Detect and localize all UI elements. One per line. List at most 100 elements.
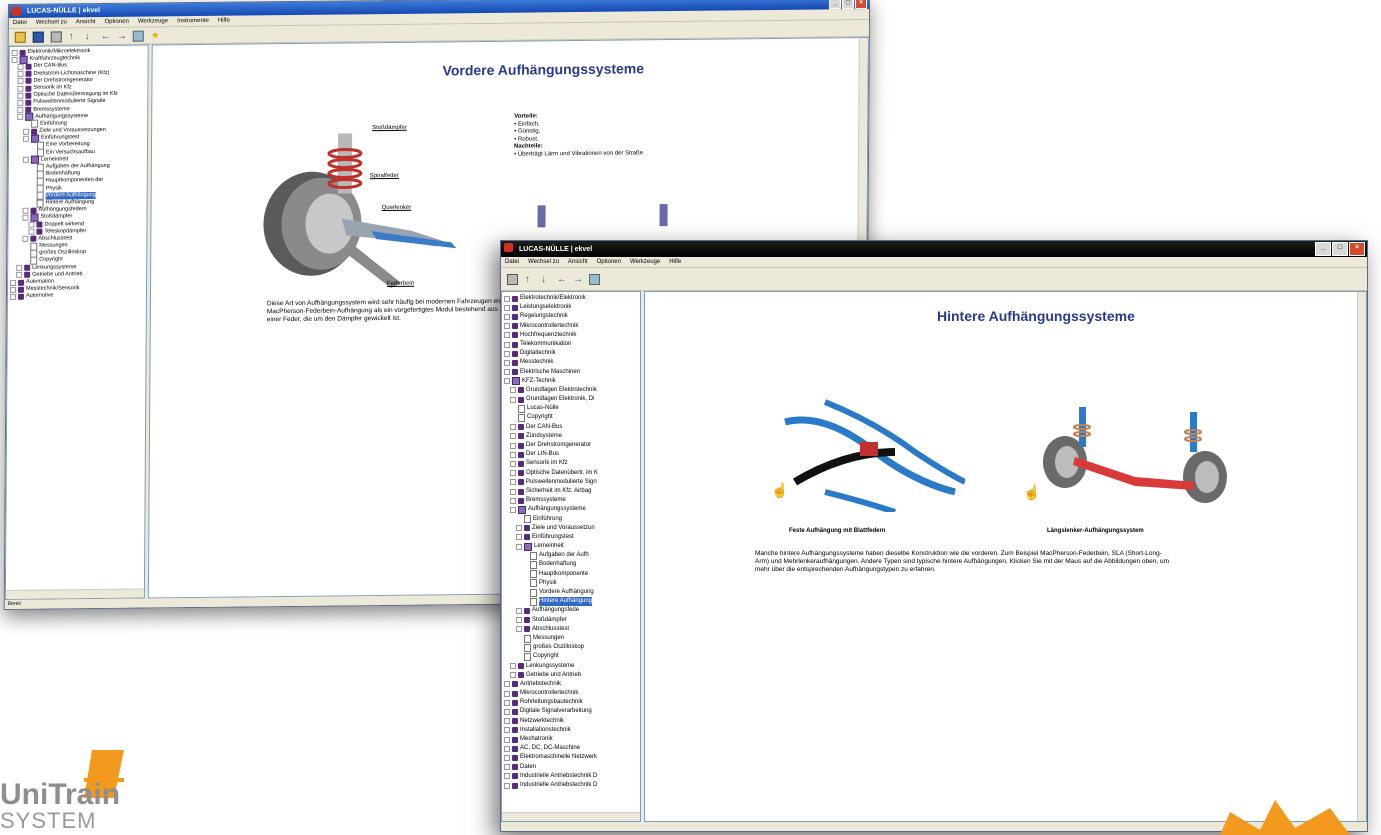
expand-toggle-icon[interactable]	[16, 272, 23, 279]
expand-toggle-icon[interactable]	[504, 304, 510, 311]
tree-item[interactable]: Einführungstest	[502, 533, 640, 542]
tree-item[interactable]: Elektrische Maschinen	[502, 368, 640, 377]
tree-item[interactable]: Mikrocontrollertechnik	[502, 689, 640, 698]
expand-toggle-icon[interactable]	[510, 460, 516, 467]
tree-item[interactable]: Physik	[502, 579, 640, 588]
back-arrow-icon[interactable]: ←	[557, 274, 567, 284]
tree-item[interactable]: Aufgaben der Aufh	[502, 551, 640, 560]
tree-item[interactable]: Netzwerktechnik	[502, 717, 640, 726]
tree-item[interactable]: Messungen	[502, 634, 640, 643]
tree-item[interactable]: Industrielle Antriebstechnik D	[502, 781, 640, 790]
expand-toggle-icon[interactable]	[17, 106, 24, 113]
tree-item[interactable]: Zündsysteme	[502, 432, 640, 441]
back-arrow-icon[interactable]: ←	[101, 30, 111, 41]
tree-item[interactable]: Copyright	[502, 652, 640, 661]
expand-toggle-icon[interactable]	[504, 745, 510, 752]
tree-item[interactable]: Lenkungssysteme	[502, 662, 640, 671]
expand-toggle-icon[interactable]	[22, 157, 29, 164]
expand-toggle-icon[interactable]	[22, 236, 29, 243]
expand-toggle-icon[interactable]	[11, 56, 18, 63]
menu-item[interactable]: Werkzeuge	[630, 259, 660, 265]
tree-item[interactable]: Der Drehstromgenerator	[502, 441, 640, 450]
minimize-button[interactable]: _	[829, 0, 842, 10]
expand-toggle-icon[interactable]	[510, 506, 516, 513]
navigation-tree[interactable]: Elektrotechnik/Elektronik Leistungselektr…	[501, 291, 641, 822]
expand-toggle-icon[interactable]	[22, 214, 29, 221]
tree-item[interactable]: Lucas-Nülle	[502, 404, 640, 413]
menu-item[interactable]: Hilfe	[218, 18, 230, 24]
minimize-button[interactable]: _	[1315, 242, 1331, 256]
menu-item[interactable]: Datei	[13, 20, 27, 26]
expand-toggle-icon[interactable]	[510, 451, 516, 458]
web-icon[interactable]	[589, 273, 600, 285]
tree-item[interactable]: großes Oszilloskop	[502, 643, 640, 652]
up-arrow-icon[interactable]: ↑	[69, 31, 78, 42]
expand-toggle-icon[interactable]	[510, 470, 516, 477]
navigation-tree[interactable]: Elektronik/Mikroelektronik Kraftfahrzeugt…	[4, 44, 149, 600]
tree-item[interactable]: Einführung	[502, 515, 640, 524]
tree-item[interactable]: Hintere Aufhängung	[502, 597, 640, 607]
expand-toggle-icon[interactable]	[504, 773, 510, 780]
expand-toggle-icon[interactable]	[510, 396, 516, 403]
expand-toggle-icon[interactable]	[504, 359, 510, 366]
maximize-button[interactable]: □	[1332, 242, 1348, 256]
expand-toggle-icon[interactable]	[504, 709, 510, 716]
expand-toggle-icon[interactable]	[504, 699, 510, 706]
vertical-scrollbar[interactable]	[1357, 292, 1366, 821]
forward-arrow-icon[interactable]: →	[117, 30, 127, 41]
tree-item[interactable]: Grundlagen Elektrotechnik	[502, 386, 640, 395]
tree-item[interactable]: Automotive	[8, 292, 146, 301]
expand-toggle-icon[interactable]	[510, 479, 516, 486]
expand-toggle-icon[interactable]	[17, 70, 24, 78]
tree-item[interactable]: Antriebstechnik	[502, 680, 640, 689]
tree-item[interactable]: Aufhängungssysteme	[502, 505, 640, 514]
tree-item[interactable]: Rohrleitungsbautechnik	[502, 698, 640, 707]
tree-item[interactable]: Telekommunikation	[502, 340, 640, 349]
expand-toggle-icon[interactable]	[516, 525, 522, 532]
tree-item[interactable]: Ziele und Voraussetzun	[502, 524, 640, 533]
tree-item[interactable]: Mechatronik	[502, 735, 640, 744]
expand-toggle-icon[interactable]	[504, 378, 510, 385]
expand-toggle-icon[interactable]	[504, 736, 510, 743]
menu-item[interactable]: Datei	[505, 259, 519, 265]
expand-toggle-icon[interactable]	[11, 49, 18, 56]
expand-toggle-icon[interactable]	[516, 534, 522, 541]
expand-toggle-icon[interactable]	[504, 690, 510, 697]
save-icon[interactable]	[32, 31, 44, 43]
tree-item[interactable]: Getriebe und Antrieb	[502, 671, 640, 680]
expand-toggle-icon[interactable]	[504, 313, 510, 320]
expand-toggle-icon[interactable]	[504, 350, 510, 357]
expand-toggle-icon[interactable]	[17, 63, 24, 70]
expand-toggle-icon[interactable]	[17, 92, 24, 99]
expand-toggle-icon[interactable]	[510, 442, 516, 449]
tree-item[interactable]: Copyright	[502, 413, 640, 423]
expand-toggle-icon[interactable]	[516, 607, 522, 614]
expand-toggle-icon[interactable]	[510, 672, 516, 679]
horizontal-scrollbar[interactable]	[502, 812, 640, 821]
close-button[interactable]: ×	[855, 0, 868, 10]
tree-item[interactable]: Mikrocontrollertechnik	[502, 322, 640, 331]
expand-toggle-icon[interactable]	[504, 369, 510, 376]
forward-arrow-icon[interactable]: →	[573, 274, 583, 284]
print-icon[interactable]	[50, 30, 62, 43]
tree-item[interactable]: Elektrotechnik/Elektronik	[502, 294, 640, 303]
expand-toggle-icon[interactable]	[10, 279, 17, 286]
expand-toggle-icon[interactable]	[510, 488, 516, 495]
tree-item[interactable]: Lerneinheit	[502, 542, 640, 551]
menu-item[interactable]: Wechsel zu	[528, 259, 559, 265]
tree-item[interactable]: Vordere Aufhängung	[502, 588, 640, 597]
menu-item[interactable]: Hilfe	[669, 259, 681, 265]
expand-toggle-icon[interactable]	[17, 99, 24, 106]
down-arrow-icon[interactable]: ↓	[541, 274, 550, 284]
tree-item[interactable]: Digitale Signalverarbeitung	[502, 707, 640, 716]
tree-item[interactable]: Bremssysteme	[502, 496, 640, 505]
tree-item[interactable]: Der CAN-Bus	[502, 423, 640, 432]
expand-toggle-icon[interactable]	[17, 85, 24, 92]
tree-item[interactable]: Leistungselektronik	[502, 303, 640, 312]
expand-toggle-icon[interactable]	[504, 681, 510, 688]
expand-toggle-icon[interactable]	[17, 78, 24, 85]
expand-toggle-icon[interactable]	[28, 228, 35, 236]
menu-item[interactable]: Wechsel zu	[36, 19, 67, 25]
expand-toggle-icon[interactable]	[516, 543, 522, 550]
tree-item[interactable]: Daten	[502, 763, 640, 772]
